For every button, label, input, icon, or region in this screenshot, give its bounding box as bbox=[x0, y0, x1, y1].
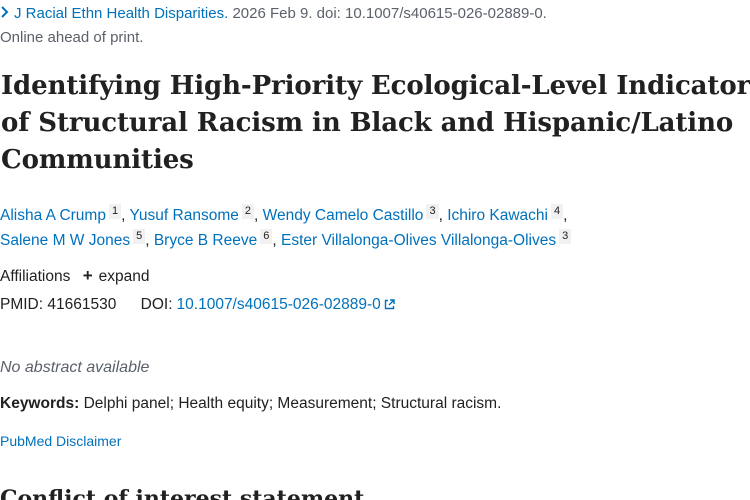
author-link[interactable]: Bryce B Reeve bbox=[154, 232, 257, 249]
affiliation-number[interactable]: 1 bbox=[108, 204, 122, 219]
pmid-value: 41661530 bbox=[47, 296, 117, 313]
affiliation-number[interactable]: 4 bbox=[550, 204, 564, 219]
no-abstract-notice: No abstract available bbox=[0, 359, 150, 376]
author-link[interactable]: Salene M W Jones bbox=[0, 232, 130, 249]
doi-label: DOI: bbox=[140, 296, 173, 313]
author-link[interactable]: Ichiro Kawachi bbox=[447, 207, 548, 224]
affiliation-number[interactable]: 5 bbox=[133, 229, 146, 244]
identifiers-row: PMID: 41661530 DOI: 10.1007/s40615-026-02… bbox=[0, 295, 395, 315]
affiliations-expand-button[interactable]: + expand bbox=[82, 266, 150, 285]
doi-value: 10.1007/s40615-026-02889-0 bbox=[176, 296, 381, 313]
title-line: Communities bbox=[1, 145, 194, 175]
chevron-right-icon[interactable] bbox=[0, 4, 14, 24]
external-link-icon bbox=[384, 296, 395, 310]
affiliations-label: Affiliations bbox=[0, 268, 71, 285]
expand-label: expand bbox=[98, 268, 150, 285]
keywords-text: Delphi panel; Health equity; Measurement… bbox=[83, 395, 502, 412]
author-list: Salene M W Jones 5, Bryce B Reeve 6, Ester… bbox=[0, 229, 572, 251]
title-line: of Structural Racism in Black and Hispan… bbox=[1, 108, 734, 138]
author-link[interactable]: Yusuf Ransome bbox=[129, 207, 238, 224]
conflict-of-interest-heading: Conflict of interest statement bbox=[0, 486, 365, 500]
print-status: Online ahead of print. bbox=[0, 29, 144, 46]
citation-line: J Racial Ethn Health Disparities. 2026 F… bbox=[0, 4, 547, 24]
plus-icon: + bbox=[82, 266, 93, 285]
keywords-label: Keywords: bbox=[0, 395, 80, 412]
journal-link[interactable]: J Racial Ethn Health Disparities. bbox=[14, 5, 228, 22]
affiliation-number[interactable]: 3 bbox=[426, 204, 439, 219]
title-line: Identifying High-Priority Ecological-Lev… bbox=[1, 71, 750, 101]
pmid-label: PMID: bbox=[0, 296, 44, 313]
affiliation-number[interactable]: 2 bbox=[241, 204, 254, 219]
author-link[interactable]: Wendy Camelo Castillo bbox=[263, 207, 424, 224]
doi-link[interactable]: 10.1007/s40615-026-02889-0 bbox=[177, 296, 395, 313]
publication-info: 2026 Feb 9. doi: 10.1007/s40615-026-0288… bbox=[232, 5, 547, 22]
author-link[interactable]: Ester Villalonga-Olives Villalonga-Olive… bbox=[281, 232, 556, 249]
author-link[interactable]: Alisha A Crump bbox=[0, 207, 106, 224]
pubmed-disclaimer-link[interactable]: PubMed Disclaimer bbox=[0, 431, 121, 451]
author-list: Alisha A Crump 1, Yusuf Ransome 2, Wendy C… bbox=[0, 204, 568, 224]
affiliation-number[interactable]: 6 bbox=[260, 229, 273, 244]
affiliation-number[interactable]: 3 bbox=[559, 229, 572, 244]
keywords: Keywords: Delphi panel; Health equity; M… bbox=[0, 394, 501, 414]
article-title: Identifying High-Priority Ecological-Lev… bbox=[1, 68, 750, 179]
affiliations-row: Affiliations + expand bbox=[0, 266, 149, 287]
